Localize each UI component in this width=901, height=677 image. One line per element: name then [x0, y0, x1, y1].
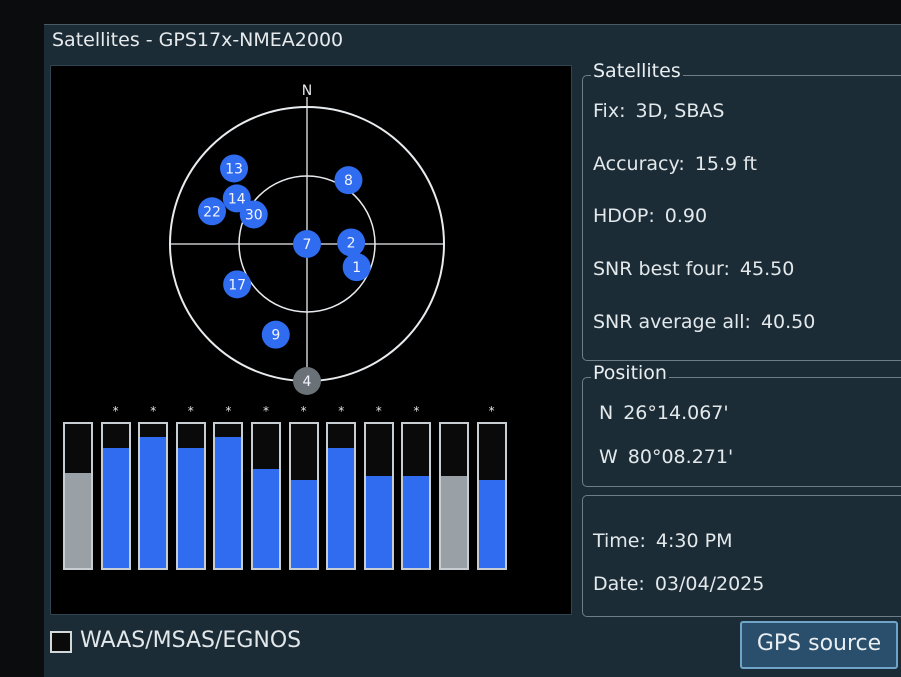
satellite-id-label: 2 [347, 235, 356, 251]
snr-avg-label: SNR average all: [593, 311, 751, 333]
waas-checkbox-label[interactable]: WAAS/MSAS/EGNOS [80, 628, 301, 653]
signal-bar-fill [215, 436, 242, 568]
position-panel-legend: Position [591, 362, 669, 384]
satellite-id-label: 30 [245, 207, 263, 223]
window-title: Satellites - GPS17x-NMEA2000 [52, 29, 344, 51]
latitude-hemisphere: N [599, 402, 614, 424]
signal-bar [175, 422, 206, 570]
snr-best-value: 45.50 [739, 258, 795, 280]
satellite-view-panel: N 13 14 22 30 8 7 2 1 17 9 4 * * * * * * * * * * [50, 65, 572, 615]
in-use-marker: * [375, 404, 382, 418]
in-use-marker: * [225, 404, 232, 418]
signal-bar-fill [65, 472, 91, 568]
in-use-marker: * [263, 404, 269, 418]
satellites-panel-legend: Satellites [591, 60, 683, 82]
hdop-value: 0.90 [664, 205, 708, 227]
signal-bar-fill [102, 448, 129, 568]
snr-avg-row: SNR average all: 40.50 [593, 311, 815, 333]
signal-bar-fill [478, 480, 505, 568]
latitude-row: N 26°14.067' [599, 402, 729, 424]
in-use-marker: * [150, 404, 157, 418]
longitude-row: W 80°08.271' [599, 446, 733, 468]
accuracy-value: 15.9 ft [694, 153, 757, 175]
signal-bar-fill [365, 475, 392, 568]
satellite-id-label: 1 [352, 260, 361, 276]
in-use-marker: * [488, 404, 495, 418]
signal-bar-fill [177, 448, 204, 568]
signal-bar-fill [328, 448, 355, 568]
time-value: 4:30 PM [655, 530, 733, 552]
latitude-value: 26°14.067' [623, 402, 729, 424]
longitude-hemisphere: W [599, 446, 618, 468]
signal-bar [251, 422, 281, 570]
signal-bar-fill [253, 468, 279, 568]
north-label: N [302, 83, 312, 99]
accuracy-row: Accuracy: 15.9 ft [593, 153, 757, 175]
accuracy-label: Accuracy: [593, 153, 685, 175]
time-row: Time: 4:30 PM [593, 530, 732, 552]
signal-bar [326, 422, 357, 570]
snr-best-label: SNR best four: [593, 258, 730, 280]
fix-label: Fix: [593, 100, 626, 122]
time-panel: Time: 4:30 PM Date: 03/04/2025 [582, 495, 901, 617]
satellite-id-label: 7 [303, 237, 312, 253]
signal-bar [213, 422, 244, 570]
signal-bar [476, 422, 507, 570]
signal-bar [401, 422, 432, 570]
signal-bar [63, 422, 93, 570]
in-use-marker: * [338, 404, 345, 418]
signal-bar-fill [290, 480, 317, 568]
time-label: Time: [593, 530, 646, 552]
signal-bar [363, 422, 394, 570]
signal-bar-fill [441, 475, 467, 568]
satellite-id-label: 14 [228, 191, 246, 207]
satellite-id-label: 4 [303, 374, 312, 390]
satellite-id-label: 13 [225, 161, 243, 177]
satellites-panel: Satellites Fix: 3D, SBAS Accuracy: 15.9 ft… [582, 60, 901, 361]
signal-bar [439, 422, 469, 570]
waas-checkbox[interactable] [50, 631, 72, 653]
in-use-marker: * [187, 404, 194, 418]
satellite-id-label: 9 [271, 328, 280, 344]
signal-bar-fill [403, 475, 430, 568]
in-use-marker: * [112, 404, 119, 418]
signal-bar [138, 422, 169, 570]
signal-bar [100, 422, 131, 570]
fix-value: 3D, SBAS [635, 100, 725, 122]
date-row: Date: 03/04/2025 [593, 573, 764, 595]
fix-row: Fix: 3D, SBAS [593, 100, 724, 122]
snr-avg-value: 40.50 [760, 311, 816, 333]
hdop-label: HDOP: [593, 205, 655, 227]
in-use-marker: * [413, 404, 420, 418]
date-value: 03/04/2025 [654, 573, 765, 595]
date-label: Date: [593, 573, 645, 595]
longitude-value: 80°08.271' [627, 446, 734, 468]
signal-strength-bars: * * * * * * * * * * [63, 404, 513, 572]
screen: Satellites - GPS17x-NMEA2000 N 13 14 22 30 8 7… [44, 24, 901, 677]
signal-bar [288, 422, 319, 570]
hdop-row: HDOP: 0.90 [593, 205, 707, 227]
satellite-id-label: 8 [344, 173, 353, 189]
snr-best-row: SNR best four: 45.50 [593, 258, 794, 280]
satellite-id-label: 22 [203, 204, 221, 220]
position-panel: Position N 26°14.067' W 80°08.271' [582, 362, 901, 487]
in-use-marker: * [300, 404, 307, 418]
satellite-id-label: 17 [228, 277, 246, 293]
signal-bar-fill [140, 436, 167, 568]
gps-source-button[interactable]: GPS source [740, 621, 898, 669]
